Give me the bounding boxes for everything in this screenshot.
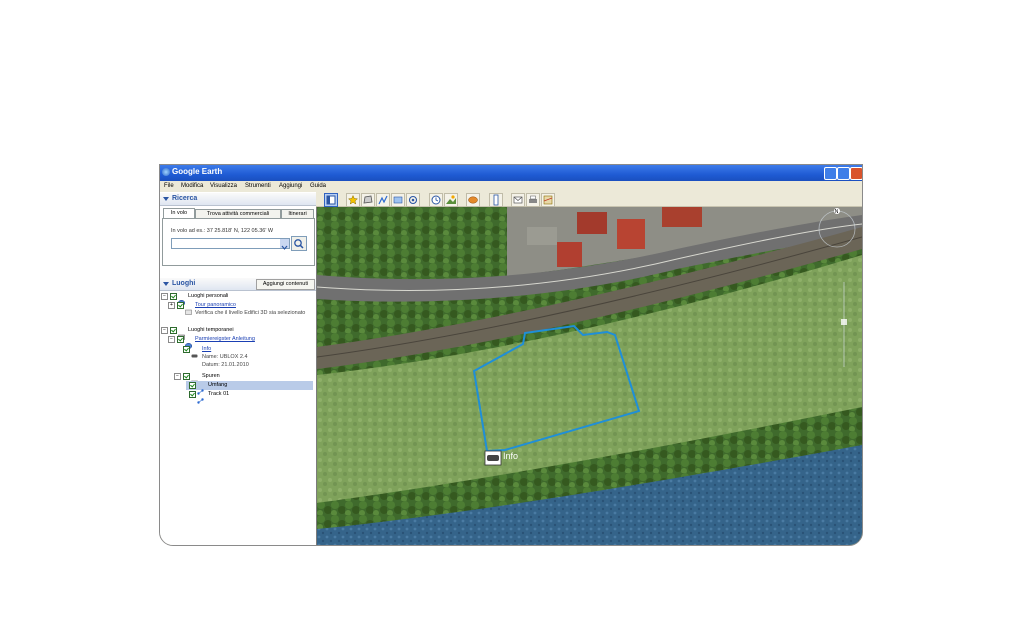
menu-modifica[interactable]: Modifica — [181, 183, 203, 189]
track-path-icon — [197, 382, 204, 395]
sunlight-icon[interactable] — [444, 193, 458, 207]
tree-item-spuren[interactable]: Spuren — [202, 372, 220, 380]
record-tour-icon[interactable] — [406, 193, 420, 207]
tree-item-luoghi-temporanei[interactable]: Luoghi temporanei — [188, 326, 234, 334]
tree-item-luoghi-personali[interactable]: Luoghi personali — [188, 292, 228, 300]
maximize-button[interactable] — [837, 167, 850, 180]
google-earth-icon — [162, 168, 170, 176]
temporary-folder-icon — [178, 327, 185, 340]
placemark-label: Info — [503, 451, 518, 461]
close-button[interactable] — [850, 167, 862, 180]
path-icon[interactable] — [376, 193, 390, 207]
ruler-icon[interactable] — [489, 193, 503, 207]
search-tab-content: In volo ad es.: 37 25.818' N, 122 05.36'… — [162, 218, 315, 266]
menu-aggiungi[interactable]: Aggiungi — [279, 183, 302, 189]
menu-guida[interactable]: Guida — [310, 183, 326, 189]
checkbox[interactable] — [183, 373, 190, 380]
historical-imagery-icon[interactable] — [429, 193, 443, 207]
tree-item-info[interactable]: Info — [202, 345, 211, 353]
toolbar — [316, 192, 862, 207]
expand-toggle-icon[interactable]: + — [168, 302, 175, 309]
menu-bar: File Modifica Visualizza Strumenti Aggiu… — [160, 181, 862, 192]
collapse-toggle-icon[interactable]: − — [174, 373, 181, 380]
tree-item-track-01[interactable]: Track 01 — [208, 390, 229, 398]
search-button[interactable] — [291, 236, 307, 251]
checkbox[interactable] — [177, 336, 184, 343]
search-hint: In volo ad es.: 37 25.818' N, 122 05.36'… — [171, 228, 274, 234]
placemark-icon[interactable] — [346, 193, 360, 207]
search-icon — [294, 239, 304, 249]
collapse-triangle-icon — [163, 197, 169, 201]
menu-strumenti[interactable]: Strumenti — [245, 183, 271, 189]
checkbox[interactable] — [170, 327, 177, 334]
planets-icon[interactable] — [466, 193, 480, 207]
checkbox[interactable] — [189, 391, 196, 398]
title-bar: Google Earth — [160, 165, 862, 181]
collapse-toggle-icon[interactable]: − — [168, 336, 175, 343]
zoom-slider-handle[interactable] — [841, 319, 847, 325]
print-icon[interactable] — [526, 193, 540, 207]
compass-north-label: N — [835, 209, 839, 215]
checkbox[interactable] — [177, 302, 184, 309]
search-panel-title: Ricerca — [172, 195, 198, 202]
track-path-icon — [197, 391, 204, 404]
map-view[interactable]: N Info — [317, 207, 862, 545]
polygon-icon[interactable] — [361, 193, 375, 207]
menu-file[interactable]: File — [164, 183, 174, 189]
globe-folder-icon — [177, 293, 186, 307]
info-date: Datum: 21.01.2010 — [202, 362, 249, 368]
dropdown-arrow-icon[interactable] — [280, 239, 289, 250]
view-in-maps-icon[interactable] — [541, 193, 555, 207]
tree-item-tour-panoramico[interactable]: Tour panoramico — [195, 301, 236, 309]
checkbox[interactable] — [170, 293, 177, 300]
car-placemark-icon — [191, 346, 198, 358]
collapse-triangle-icon — [163, 282, 169, 286]
window-title: Google Earth — [172, 167, 223, 176]
places-panel-header[interactable]: Luoghi Aggiungi contenuti — [160, 278, 316, 291]
checkbox[interactable] — [189, 382, 196, 389]
tree-item-anleitung[interactable]: Parmiereigster Anleitung — [195, 335, 255, 343]
tree-item-description: Verifica che il livello Edifici 3D sia s… — [195, 310, 306, 316]
sidebar-toggle-icon[interactable] — [324, 193, 338, 207]
collapse-toggle-icon[interactable]: − — [161, 327, 168, 334]
tree-item-umfang[interactable]: Umfang — [208, 381, 227, 389]
globe-folder-icon — [184, 336, 193, 350]
tracks-folder-icon — [191, 373, 198, 386]
add-content-button[interactable]: Aggiungi contenuti — [256, 279, 315, 290]
info-name: Name: UBLOX 2.4 — [202, 354, 248, 360]
satellite-imagery[interactable]: N Info — [317, 207, 862, 545]
collapse-toggle-icon[interactable]: − — [161, 293, 168, 300]
folder-icon — [185, 302, 192, 315]
app-window: Google Earth File Modifica Visualizza St… — [159, 164, 863, 546]
minimize-button[interactable] — [824, 167, 837, 180]
places-panel-title: Luoghi — [172, 280, 196, 287]
search-panel-header[interactable]: Ricerca — [160, 193, 316, 206]
email-icon[interactable] — [511, 193, 525, 207]
sidebar: Ricerca In volo Trova attività commercia… — [160, 192, 317, 545]
selected-row-highlight — [186, 381, 313, 390]
checkbox[interactable] — [183, 346, 190, 353]
menu-visualizza[interactable]: Visualizza — [210, 183, 237, 189]
image-overlay-icon[interactable] — [391, 193, 405, 207]
search-input[interactable] — [171, 238, 290, 250]
